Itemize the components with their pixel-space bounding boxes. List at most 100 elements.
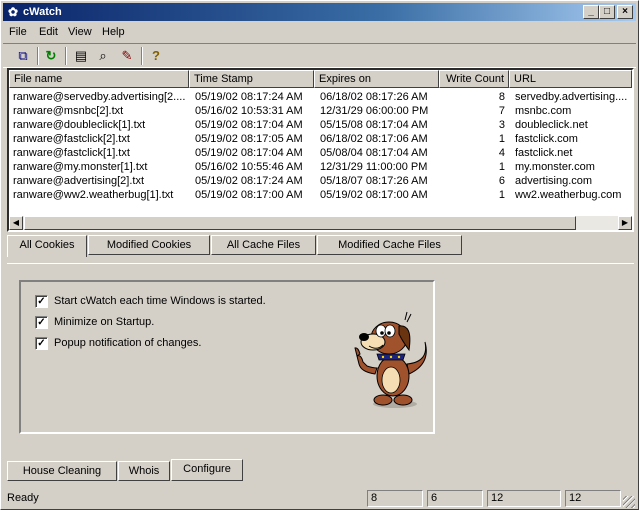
- column-write-count[interactable]: Write Count: [439, 70, 509, 88]
- cell-url: my.monster.com: [515, 161, 595, 173]
- horizontal-scrollbar[interactable]: ◀ ▶: [9, 216, 632, 230]
- checkbox[interactable]: ✓: [35, 295, 48, 308]
- cell-time-stamp: 05/16/02 10:53:31 AM: [195, 105, 303, 117]
- menu-file[interactable]: File: [9, 26, 27, 38]
- cell-time-stamp: 05/19/02 08:17:04 AM: [195, 119, 303, 131]
- tab-house-cleaning[interactable]: House Cleaning: [7, 461, 117, 481]
- tab-modified-cookies[interactable]: Modified Cookies: [88, 235, 210, 255]
- toolbar-separator: [37, 47, 39, 65]
- option-label: Start cWatch each time Windows is starte…: [54, 295, 266, 307]
- cell-expires-on: 05/15/08 08:17:04 AM: [320, 119, 428, 131]
- cell-write-count: 3: [498, 119, 505, 131]
- cookie-list[interactable]: File name Time Stamp Expires on Write Co…: [7, 68, 634, 232]
- column-url[interactable]: URL: [509, 70, 632, 88]
- status-pane: 12: [565, 490, 621, 507]
- cell-url: fastclick.com: [515, 133, 578, 145]
- find-icon[interactable]: ⌕: [93, 46, 113, 66]
- tab-all-cache-files[interactable]: All Cache Files: [211, 235, 316, 255]
- cell-url: doubleclick.net: [515, 119, 588, 131]
- status-pane: 8: [367, 490, 423, 507]
- table-row[interactable]: ranware@fastclick[2].txt 05/19/02 08:17:0…: [9, 132, 632, 146]
- table-row[interactable]: ranware@msnbc[2].txt 05/16/02 10:53:31 AM…: [9, 104, 632, 118]
- list-body: ranware@servedby.advertising[2.... 05/19/…: [9, 88, 632, 216]
- checkbox[interactable]: ✓: [35, 316, 48, 329]
- menu-help[interactable]: Help: [102, 26, 125, 38]
- column-expires-on[interactable]: Expires on: [314, 70, 439, 88]
- status-pane: 6: [427, 490, 483, 507]
- checkbox[interactable]: ✓: [35, 337, 48, 350]
- table-row[interactable]: ranware@doubleclick[1].txt 05/19/02 08:17…: [9, 118, 632, 132]
- cell-write-count: 8: [498, 91, 505, 103]
- cell-time-stamp: 05/19/02 08:17:05 AM: [195, 133, 303, 145]
- menu-view[interactable]: View: [68, 26, 92, 38]
- toolbar-separator: [141, 47, 143, 65]
- table-row[interactable]: ranware@ww2.weatherbug[1].txt 05/19/02 08…: [9, 188, 632, 202]
- cell-write-count: 7: [498, 105, 505, 117]
- menu-bar: File Edit View Help: [3, 23, 636, 42]
- resize-grip-icon[interactable]: [623, 496, 635, 508]
- table-row[interactable]: ranware@fastclick[1].txt 05/19/02 08:17:0…: [9, 146, 632, 160]
- cell-url: ww2.weatherbug.com: [515, 189, 622, 201]
- title-bar[interactable]: ✿ cWatch _ □ ×: [3, 3, 636, 21]
- cell-file-name: ranware@msnbc[2].txt: [13, 105, 124, 117]
- tools-icon[interactable]: ✎: [117, 46, 137, 66]
- cell-expires-on: 05/18/07 08:17:26 AM: [320, 175, 428, 187]
- properties-icon[interactable]: ▤: [71, 46, 91, 66]
- cell-file-name: ranware@fastclick[2].txt: [13, 133, 130, 145]
- column-file-name[interactable]: File name: [9, 70, 189, 88]
- close-button[interactable]: ×: [617, 5, 633, 19]
- list-header: File name Time Stamp Expires on Write Co…: [9, 70, 632, 88]
- configure-panel: ✓ Start cWatch each time Windows is star…: [7, 263, 634, 459]
- tab-modified-cache-files[interactable]: Modified Cache Files: [317, 235, 462, 255]
- tab-all-cookies[interactable]: All Cookies: [7, 235, 87, 257]
- copy-icon[interactable]: ⧉: [13, 46, 33, 66]
- cell-file-name: ranware@my.monster[1].txt: [13, 161, 148, 173]
- cell-write-count: 6: [498, 175, 505, 187]
- toolbar: ⧉ ↻ ▤ ⌕ ✎ ?: [3, 43, 636, 68]
- cell-expires-on: 12/31/29 06:00:00 PM: [320, 105, 429, 117]
- dog-mascot-icon: [354, 311, 427, 408]
- menu-edit[interactable]: Edit: [39, 26, 58, 38]
- cell-file-name: ranware@doubleclick[1].txt: [13, 119, 146, 131]
- tab-whois[interactable]: Whois: [118, 461, 170, 481]
- status-text: Ready: [7, 492, 39, 504]
- main-window: ✿ cWatch _ □ × File Edit View Help ⧉ ↻ ▤…: [0, 0, 639, 510]
- cell-time-stamp: 05/19/02 08:17:04 AM: [195, 147, 303, 159]
- status-bar: Ready 8 6 12 12: [3, 489, 636, 509]
- cell-expires-on: 05/08/04 08:17:04 AM: [320, 147, 428, 159]
- cell-url: servedby.advertising....: [515, 91, 628, 103]
- refresh-icon[interactable]: ↻: [41, 46, 61, 66]
- cell-file-name: ranware@servedby.advertising[2....: [13, 91, 186, 103]
- cell-time-stamp: 05/19/02 08:17:00 AM: [195, 189, 303, 201]
- option-label: Popup notification of changes.: [54, 337, 202, 349]
- table-row[interactable]: ranware@servedby.advertising[2.... 05/19/…: [9, 90, 632, 104]
- scroll-right-button[interactable]: ▶: [618, 216, 632, 230]
- cell-file-name: ranware@advertising[2].txt: [13, 175, 145, 187]
- toolbar-separator: [65, 47, 67, 65]
- tab-configure[interactable]: Configure: [171, 459, 243, 481]
- cell-write-count: 1: [498, 133, 505, 145]
- cell-expires-on: 05/19/02 08:17:00 AM: [320, 189, 428, 201]
- window-title: cWatch: [23, 6, 62, 18]
- cell-expires-on: 06/18/02 08:17:06 AM: [320, 133, 428, 145]
- column-time-stamp[interactable]: Time Stamp: [189, 70, 314, 88]
- scroll-thumb[interactable]: [24, 216, 576, 230]
- cell-write-count: 4: [498, 147, 505, 159]
- status-pane: 12: [487, 490, 561, 507]
- maximize-button[interactable]: □: [599, 5, 615, 19]
- cell-url: fastclick.net: [515, 147, 573, 159]
- cell-write-count: 1: [498, 189, 505, 201]
- cell-time-stamp: 05/16/02 10:55:46 AM: [195, 161, 303, 173]
- cell-expires-on: 12/31/29 11:00:00 PM: [320, 161, 428, 173]
- table-row[interactable]: ranware@my.monster[1].txt 05/16/02 10:55:…: [9, 160, 632, 174]
- cell-file-name: ranware@fastclick[1].txt: [13, 147, 130, 159]
- help-icon[interactable]: ?: [146, 46, 166, 66]
- cell-time-stamp: 05/19/02 08:17:24 AM: [195, 91, 303, 103]
- cell-url: msnbc.com: [515, 105, 572, 117]
- minimize-button[interactable]: _: [583, 5, 599, 19]
- options-group: ✓ Start cWatch each time Windows is star…: [19, 280, 435, 434]
- cell-write-count: 1: [498, 161, 505, 173]
- app-icon: ✿: [7, 5, 19, 19]
- table-row[interactable]: ranware@advertising[2].txt 05/19/02 08:17…: [9, 174, 632, 188]
- scroll-left-button[interactable]: ◀: [9, 216, 23, 230]
